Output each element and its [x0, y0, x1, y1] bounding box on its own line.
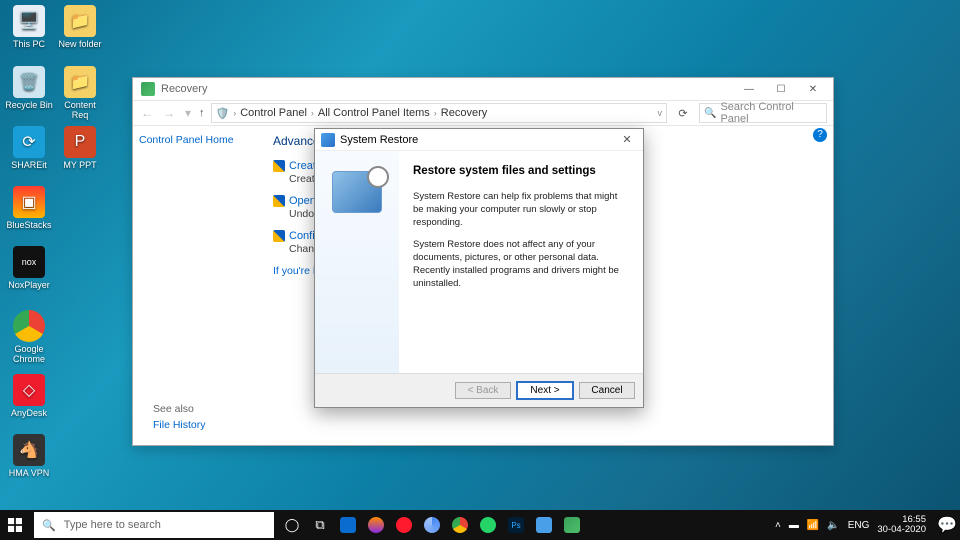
search-input[interactable]: 🔍 Search Control Panel	[699, 103, 827, 123]
minimize-button[interactable]: —	[733, 79, 765, 99]
sidebar: Control Panel Home See also File History	[133, 126, 261, 445]
refresh-icon[interactable]: ⟳	[673, 107, 693, 120]
taskbar-app-photoshop[interactable]: Ps	[502, 510, 530, 540]
file-history-link[interactable]: File History	[153, 419, 206, 431]
window-titlebar[interactable]: Recovery — ☐ ✕	[133, 78, 833, 100]
system-restore-dialog: System Restore ✕ Restore system files an…	[314, 128, 644, 408]
shield-icon	[273, 160, 285, 172]
desktop-icon-bluestacks[interactable]: ▣BlueStacks	[5, 186, 53, 230]
desktop-icon-shareit[interactable]: ⟳SHAREit	[5, 126, 53, 170]
taskbar-search[interactable]: 🔍 Type here to search	[34, 512, 274, 538]
start-button[interactable]	[0, 510, 30, 540]
taskbar-app-opera[interactable]	[390, 510, 418, 540]
taskbar-app-chrome[interactable]	[446, 510, 474, 540]
windows-icon	[8, 518, 22, 532]
task-view-icon[interactable]: ⧉	[306, 510, 334, 540]
nav-forward-icon[interactable]: →	[161, 106, 177, 120]
chevron-down-icon[interactable]: v	[658, 108, 663, 118]
desktop-icon-recycle-bin[interactable]: 🗑️Recycle Bin	[5, 66, 53, 110]
tray-volume-icon[interactable]: 🔈	[827, 520, 839, 531]
tray-battery-icon[interactable]: ▬	[789, 520, 799, 531]
taskbar-app-control-panel[interactable]	[558, 510, 586, 540]
cortana-icon[interactable]: ◯	[278, 510, 306, 540]
maximize-button[interactable]: ☐	[765, 79, 797, 99]
dialog-text-1: System Restore can help fix problems tha…	[413, 191, 629, 229]
monitor-clock-icon	[332, 171, 382, 213]
notifications-icon[interactable]: 💬	[934, 510, 960, 540]
desktop-icon-content-req[interactable]: 📁Content Req	[56, 66, 104, 120]
system-restore-icon	[321, 133, 335, 147]
taskbar-app-whatsapp[interactable]	[474, 510, 502, 540]
dialog-content: Restore system files and settings System…	[399, 151, 643, 373]
desktop-icon-chrome[interactable]: Google Chrome	[5, 310, 53, 364]
dialog-title: System Restore	[340, 134, 418, 146]
address-bar: ← → ▾ ↑ 🛡️ › Control Panel › All Control…	[133, 100, 833, 126]
desktop-icon-my-ppt[interactable]: PMY PPT	[56, 126, 104, 170]
dialog-side-graphic	[315, 151, 399, 373]
desktop-icon-anydesk[interactable]: ◇AnyDesk	[5, 374, 53, 418]
shield-icon	[273, 195, 285, 207]
dialog-heading: Restore system files and settings	[413, 165, 629, 177]
tray-wifi-icon[interactable]: 📶	[807, 520, 819, 531]
close-button[interactable]: ✕	[797, 79, 829, 99]
recovery-icon	[141, 82, 155, 96]
next-button[interactable]: Next >	[517, 382, 573, 399]
taskbar-app-explorer[interactable]	[530, 510, 558, 540]
nav-back-icon[interactable]: ←	[139, 106, 155, 120]
desktop-icon-new-folder[interactable]: 📁New folder	[56, 5, 104, 49]
nav-up-icon[interactable]: ↑	[199, 107, 205, 119]
taskbar-clock[interactable]: 16:55 30-04-2020	[877, 515, 926, 536]
desktop-icon-this-pc[interactable]: 🖥️This PC	[5, 5, 53, 49]
dialog-footer: < Back Next > Cancel	[315, 373, 643, 407]
search-icon: 🔍	[704, 108, 716, 119]
shield-icon	[273, 230, 285, 242]
search-icon: 🔍	[42, 519, 56, 532]
system-tray: ˄ ▬ 📶 🔈 ENG 16:55 30-04-2020	[767, 515, 934, 536]
nav-dropdown-icon[interactable]: ▾	[183, 106, 193, 120]
tray-language[interactable]: ENG	[848, 520, 870, 531]
taskbar: 🔍 Type here to search ◯ ⧉ Ps ˄ ▬ 📶 🔈 ENG…	[0, 510, 960, 540]
crumb-2[interactable]: All Control Panel Items	[318, 107, 430, 119]
breadcrumb[interactable]: 🛡️ › Control Panel › All Control Panel I…	[211, 103, 667, 123]
crumb-icon: 🛡️	[216, 107, 230, 120]
taskbar-app-chromium[interactable]	[418, 510, 446, 540]
desktop-icon-hmavpn[interactable]: 🐴HMA VPN	[5, 434, 53, 478]
crumb-3[interactable]: Recovery	[441, 107, 487, 119]
control-panel-home-link[interactable]: Control Panel Home	[139, 134, 255, 146]
dialog-titlebar[interactable]: System Restore ✕	[315, 129, 643, 151]
crumb-1[interactable]: Control Panel	[240, 107, 307, 119]
dialog-close-button[interactable]: ✕	[615, 133, 639, 146]
taskbar-app-firefox[interactable]	[362, 510, 390, 540]
back-button: < Back	[455, 382, 511, 399]
taskbar-app-edge[interactable]	[334, 510, 362, 540]
tray-chevron-up-icon[interactable]: ˄	[775, 520, 781, 531]
window-title: Recovery	[161, 83, 207, 95]
dialog-text-2: System Restore does not affect any of yo…	[413, 239, 629, 290]
cancel-button[interactable]: Cancel	[579, 382, 635, 399]
see-also-label: See also	[153, 403, 194, 415]
desktop-icon-noxplayer[interactable]: noxNoxPlayer	[5, 246, 53, 290]
